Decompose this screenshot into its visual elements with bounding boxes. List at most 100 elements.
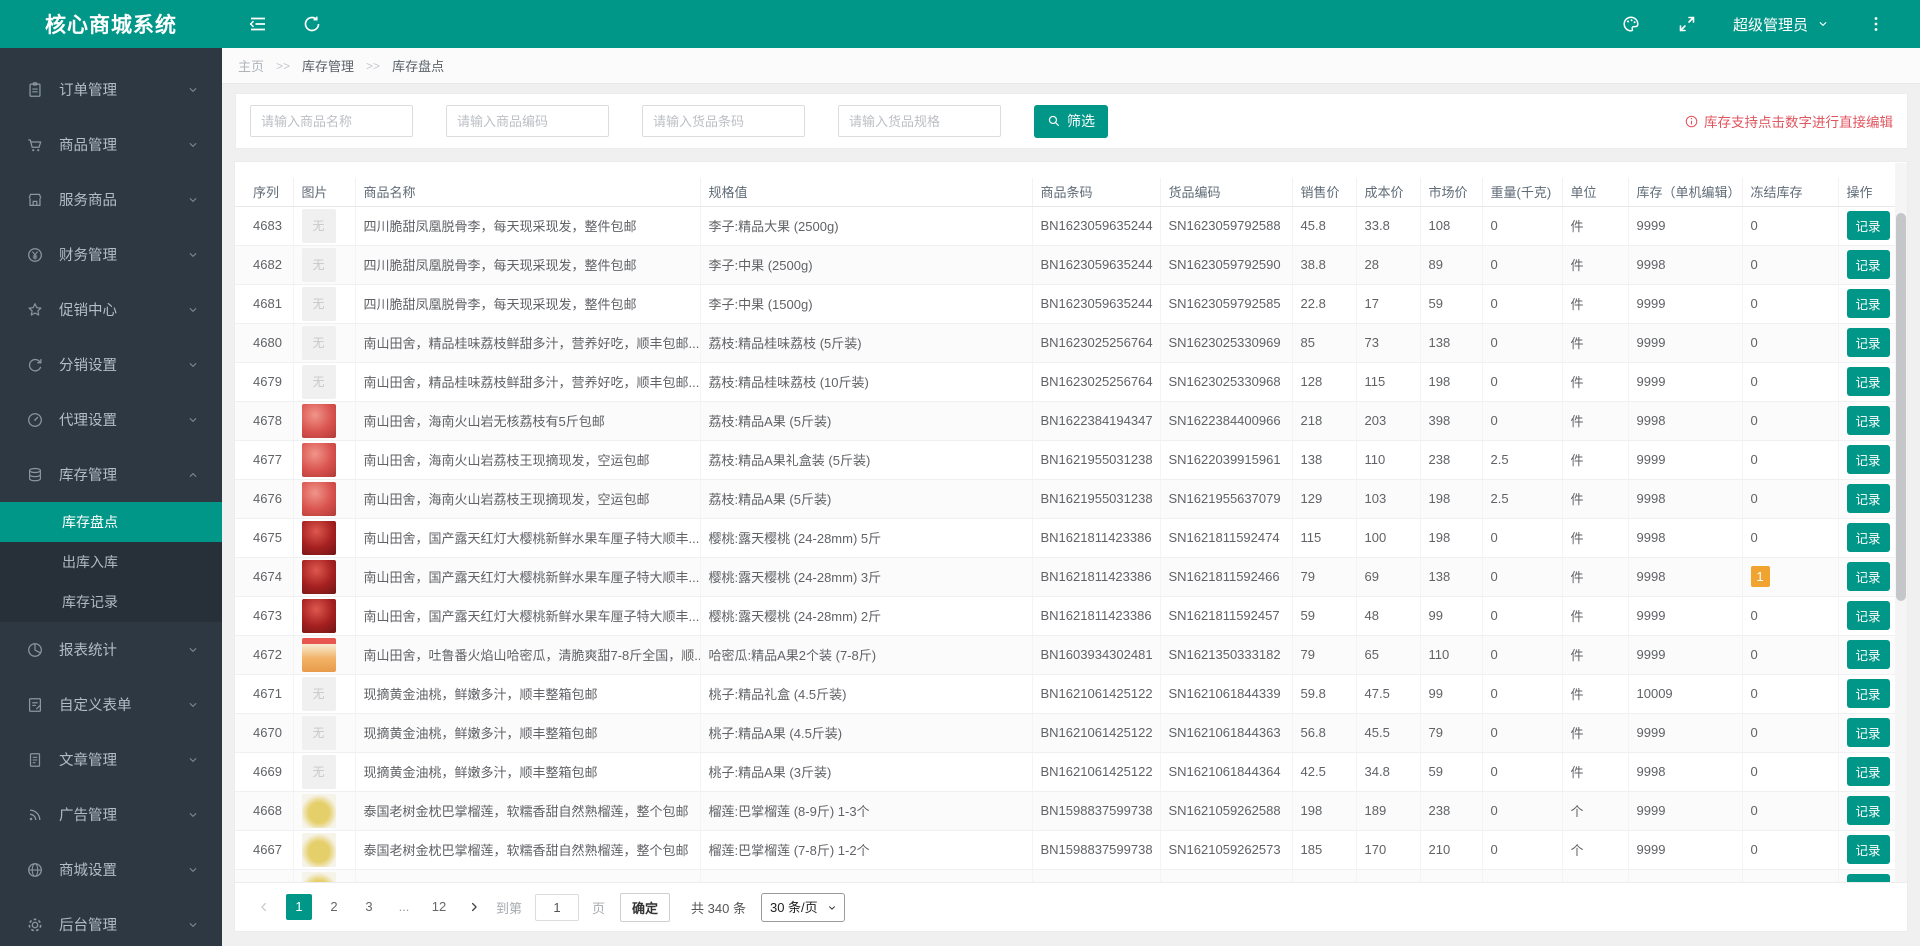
frozen-stock-value[interactable]: 0 (1751, 374, 1758, 389)
product-name-input[interactable] (250, 105, 413, 137)
stock-editable-value[interactable]: 9999 (1637, 374, 1666, 389)
frozen-stock-value[interactable]: 0 (1751, 686, 1758, 701)
frozen-stock-value[interactable]: 0 (1751, 335, 1758, 350)
record-button[interactable]: 记录 (1846, 757, 1890, 786)
stock-editable-value[interactable]: 9998 (1637, 530, 1666, 545)
record-button[interactable]: 记录 (1846, 562, 1890, 591)
frozen-stock-value[interactable]: 0 (1751, 452, 1758, 467)
goto-page-input[interactable] (535, 893, 580, 921)
frozen-stock-value[interactable]: 0 (1751, 257, 1758, 272)
frozen-stock-value[interactable]: 0 (1751, 608, 1758, 623)
weight-cell: 0 (1482, 791, 1563, 831)
stock-editable-value[interactable]: 9999 (1637, 647, 1666, 662)
record-button[interactable]: 记录 (1846, 289, 1890, 318)
frozen-stock-value[interactable]: 0 (1751, 296, 1758, 311)
sidebar-item-ads[interactable]: 广告管理 (0, 787, 222, 842)
fullscreen-icon[interactable] (1677, 14, 1697, 34)
stock-editable-value[interactable]: 9999 (1637, 452, 1666, 467)
prev-page-button[interactable] (251, 894, 277, 920)
sidebar-item-finance[interactable]: 财务管理 (0, 227, 222, 282)
record-button[interactable]: 记录 (1846, 406, 1890, 435)
cost-cell: 45.5 (1356, 713, 1421, 753)
sidebar-item-mall-settings[interactable]: 商城设置 (0, 842, 222, 897)
frozen-stock-value[interactable]: 0 (1751, 218, 1758, 233)
filter-button[interactable]: 筛选 (1034, 104, 1108, 138)
sidebar-item-admin[interactable]: 后台管理 (0, 897, 222, 946)
stock-editable-value[interactable]: 9999 (1637, 803, 1666, 818)
item-spec-input[interactable] (838, 105, 1001, 137)
theme-palette-icon[interactable] (1621, 14, 1641, 34)
page-button-2[interactable]: 2 (321, 894, 347, 920)
stock-editable-value[interactable]: 9998 (1637, 257, 1666, 272)
sidebar-subitem-in-out[interactable]: 出库入库 (0, 542, 222, 582)
breadcrumb-home[interactable]: 主页 (238, 56, 264, 75)
chevron-up-icon (189, 472, 197, 477)
page-size-select[interactable]: 30 条/页 (760, 892, 845, 922)
stock-editable-value[interactable]: 9999 (1637, 725, 1666, 740)
img-cell (293, 518, 356, 558)
unit-cell: 件 (1562, 362, 1629, 402)
more-options-icon[interactable] (1866, 14, 1886, 34)
confirm-page-button[interactable]: 确定 (620, 892, 671, 922)
product-code-input[interactable] (446, 105, 609, 137)
record-button[interactable]: 记录 (1846, 367, 1890, 396)
stock-editable-value[interactable]: 10009 (1637, 686, 1673, 701)
frozen-stock-value[interactable]: 0 (1751, 491, 1758, 506)
table-scrollbar[interactable] (1895, 163, 1907, 882)
stock-editable-value[interactable]: 9998 (1637, 413, 1666, 428)
record-button[interactable]: 记录 (1846, 445, 1890, 474)
stock-editable-value[interactable]: 9998 (1637, 764, 1666, 779)
market-cell: 198 (1420, 479, 1483, 519)
frozen-stock-value[interactable]: 0 (1751, 842, 1758, 857)
stock-editable-value[interactable]: 9999 (1637, 842, 1666, 857)
user-menu[interactable]: 超级管理员 (1733, 14, 1830, 35)
frozen-stock-value[interactable]: 0 (1751, 530, 1758, 545)
sidebar-item-articles[interactable]: 文章管理 (0, 732, 222, 787)
frozen-stock-value[interactable]: 0 (1751, 803, 1758, 818)
sidebar-item-promotion[interactable]: 促销中心 (0, 282, 222, 337)
scrollbar-thumb[interactable] (1896, 213, 1906, 601)
seq-cell: 4680 (235, 323, 294, 363)
record-button[interactable]: 记录 (1846, 835, 1890, 864)
frozen-stock-value[interactable]: 0 (1751, 647, 1758, 662)
sidebar-subitem-stock-check[interactable]: 库存盘点 (0, 502, 222, 542)
record-button[interactable]: 记录 (1846, 523, 1890, 552)
stock-editable-value[interactable]: 9998 (1637, 491, 1666, 506)
record-button[interactable]: 记录 (1846, 796, 1890, 825)
sidebar-item-agent[interactable]: 代理设置 (0, 392, 222, 447)
record-button[interactable]: 记录 (1846, 679, 1890, 708)
stock-editable-value[interactable]: 9999 (1637, 218, 1666, 233)
record-button[interactable]: 记录 (1846, 484, 1890, 513)
record-button[interactable]: 记录 (1846, 250, 1890, 279)
sidebar-item-custom-forms[interactable]: 自定义表单 (0, 677, 222, 732)
collapse-menu-icon[interactable] (248, 14, 268, 34)
record-button[interactable]: 记录 (1846, 874, 1890, 882)
page-button-3[interactable]: 3 (356, 894, 382, 920)
stock-editable-value[interactable]: 9999 (1637, 296, 1666, 311)
page-button-12[interactable]: 12 (426, 894, 452, 920)
page-button-1[interactable]: 1 (286, 894, 312, 920)
item-barcode-input[interactable] (642, 105, 805, 137)
stock-editable-value[interactable]: 9999 (1637, 335, 1666, 350)
record-button[interactable]: 记录 (1846, 328, 1890, 357)
sidebar-item-reports[interactable]: 报表统计 (0, 622, 222, 677)
record-button[interactable]: 记录 (1846, 601, 1890, 630)
record-button[interactable]: 记录 (1846, 640, 1890, 669)
sidebar-item-service-goods[interactable]: 服务商品 (0, 172, 222, 227)
frozen-stock-value[interactable]: 0 (1751, 725, 1758, 740)
record-button[interactable]: 记录 (1846, 211, 1890, 240)
frozen-stock-badge[interactable]: 1 (1750, 566, 1770, 587)
sidebar-subitem-stock-records[interactable]: 库存记录 (0, 582, 222, 622)
sidebar-item-goods[interactable]: 商品管理 (0, 117, 222, 172)
sidebar-item-distribution[interactable]: 分销设置 (0, 337, 222, 392)
refresh-icon[interactable] (302, 14, 322, 34)
stock-editable-value[interactable]: 9999 (1637, 608, 1666, 623)
frozen-stock-value[interactable]: 0 (1751, 413, 1758, 428)
stock-editable-value[interactable]: 9998 (1637, 569, 1666, 584)
sidebar-item-orders[interactable]: 订单管理 (0, 62, 222, 117)
sidebar-item-inventory[interactable]: 库存管理 (0, 447, 222, 502)
frozen-stock-value[interactable]: 0 (1751, 764, 1758, 779)
next-page-button[interactable] (461, 894, 487, 920)
breadcrumb-section[interactable]: 库存管理 (302, 56, 354, 75)
record-button[interactable]: 记录 (1846, 718, 1890, 747)
